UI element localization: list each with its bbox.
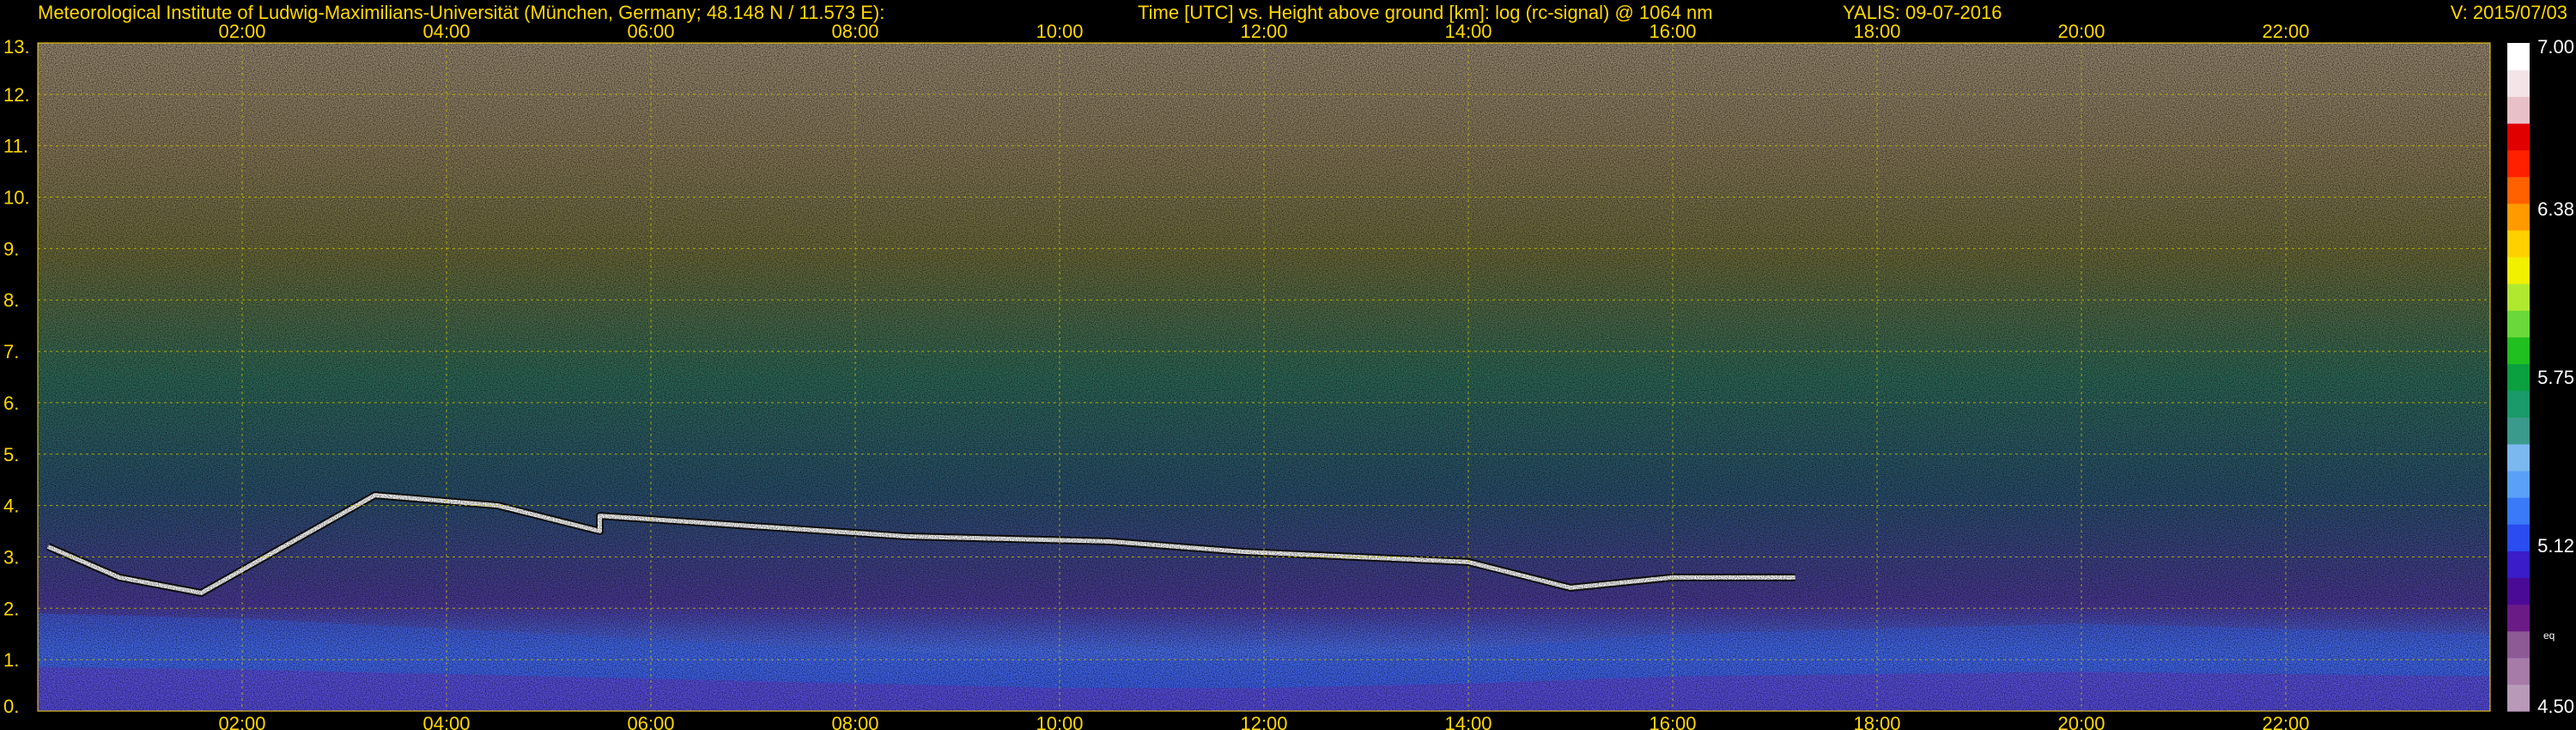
- header-description: Time [UTC] vs. Height above ground [km]:…: [1138, 2, 1713, 23]
- y-tick-label: 4.: [3, 496, 19, 517]
- y-axis-ticks: 0. 1. 2. 3. 4. 5. 6. 7. 8. 9. 10. 11. 12. 13.: [3, 36, 30, 717]
- y-tick-label: 1.: [3, 649, 19, 671]
- colorbar-tick-label: 5.12: [2537, 535, 2574, 557]
- x-tick-label-bottom: 04:00: [422, 713, 470, 730]
- x-tick-label-bottom: 22:00: [2262, 713, 2309, 730]
- x-tick-label-bottom: 08:00: [831, 713, 878, 730]
- colorbar-tick-label: 7.00: [2537, 36, 2574, 58]
- x-tick-label-top: 20:00: [2057, 21, 2105, 42]
- header-version: V: 2015/07/03: [2451, 2, 2567, 23]
- colorbar-segment: [2507, 337, 2530, 365]
- colorbar-segment: [2507, 524, 2530, 551]
- colorbar-segment: [2507, 123, 2530, 151]
- header-instrument-date: YALIS: 09-07-2016: [1843, 2, 2002, 23]
- x-tick-label-top: 04:00: [422, 21, 470, 42]
- colorbar: [2507, 43, 2530, 712]
- y-tick-label: 9.: [3, 238, 19, 259]
- colorbar-segment: [2507, 551, 2530, 578]
- x-tick-label-top: 12:00: [1240, 21, 1287, 42]
- x-tick-label-bottom: 16:00: [1649, 713, 1696, 730]
- lidar-time-height-plot: 02:00 04:00 06:00 08:00 10:00 12:00 14:00 16:00…: [3, 2, 2574, 730]
- colorbar-segment: [2507, 256, 2530, 284]
- colorbar-segment: [2507, 390, 2530, 418]
- noise-overlay: [38, 43, 2490, 711]
- colorbar-tick-label: 5.75: [2537, 367, 2574, 388]
- y-tick-label: 7.: [3, 341, 19, 362]
- colorbar-segment: [2507, 497, 2530, 525]
- colorbar-extra-label: eq: [2543, 630, 2555, 642]
- y-tick-label: 5.: [3, 444, 19, 465]
- y-tick-label: 2.: [3, 598, 19, 619]
- x-tick-label-top: 18:00: [1853, 21, 1900, 42]
- colorbar-segment: [2507, 283, 2530, 311]
- colorbar-segment: [2507, 443, 2530, 471]
- x-tick-label-top: 14:00: [1444, 21, 1492, 42]
- colorbar-tick-label: 4.50: [2537, 696, 2574, 717]
- x-tick-label-bottom: 20:00: [2057, 713, 2105, 730]
- x-tick-label-top: 22:00: [2262, 21, 2309, 42]
- x-tick-label-top: 10:00: [1036, 21, 1083, 42]
- colorbar-segment: [2507, 70, 2530, 97]
- x-tick-label-bottom: 06:00: [627, 713, 674, 730]
- colorbar-segment: [2507, 149, 2530, 178]
- x-tick-label-bottom: 18:00: [1853, 713, 1900, 730]
- colorbar-segment: [2507, 684, 2530, 712]
- colorbar-tick-label: 6.38: [2537, 198, 2574, 220]
- colorbar-segment: [2507, 577, 2530, 605]
- y-tick-label: 0.: [3, 696, 19, 717]
- colorbar-segment: [2507, 176, 2530, 204]
- x-axis-top-ticks: 02:00 04:00 06:00 08:00 10:00 12:00 14:00 16:00…: [218, 21, 2309, 42]
- x-tick-label-top: 06:00: [627, 21, 674, 42]
- x-tick-label-bottom: 10:00: [1036, 713, 1083, 730]
- y-tick-label: 6.: [3, 392, 19, 414]
- header-institute: Meteorological Institute of Ludwig-Maxim…: [38, 2, 884, 23]
- x-axis-bottom-ticks: 02:00 04:00 06:00 08:00 10:00 12:00 14:00 16:00…: [218, 713, 2309, 730]
- colorbar-segment: [2507, 417, 2530, 445]
- colorbar-tick-labels: 7.00 6.38 5.75 5.12 4.50: [2537, 36, 2574, 717]
- colorbar-segment: [2507, 657, 2530, 685]
- colorbar-segment: [2507, 203, 2530, 231]
- colorbar-segment: [2507, 43, 2530, 70]
- colorbar-segment: [2507, 470, 2530, 498]
- y-tick-label: 12.: [3, 84, 30, 106]
- x-tick-label-top: 16:00: [1649, 21, 1696, 42]
- y-tick-label: 13.: [3, 36, 30, 58]
- x-tick-label-bottom: 12:00: [1240, 713, 1287, 730]
- y-tick-label: 3.: [3, 546, 19, 568]
- x-tick-label-top: 08:00: [831, 21, 878, 42]
- colorbar-segment: [2507, 96, 2530, 124]
- y-tick-label: 11.: [3, 136, 28, 157]
- colorbar-segment: [2507, 229, 2530, 258]
- y-tick-label: 8.: [3, 289, 19, 311]
- y-tick-label: 10.: [3, 187, 30, 209]
- colorbar-segment: [2507, 363, 2530, 392]
- colorbar-segment: [2507, 310, 2530, 338]
- x-tick-label-bottom: 14:00: [1444, 713, 1492, 730]
- colorbar-segment: [2507, 604, 2530, 632]
- colorbar-segment: [2507, 630, 2530, 659]
- x-tick-label-top: 02:00: [218, 21, 265, 42]
- x-tick-label-bottom: 02:00: [218, 713, 265, 730]
